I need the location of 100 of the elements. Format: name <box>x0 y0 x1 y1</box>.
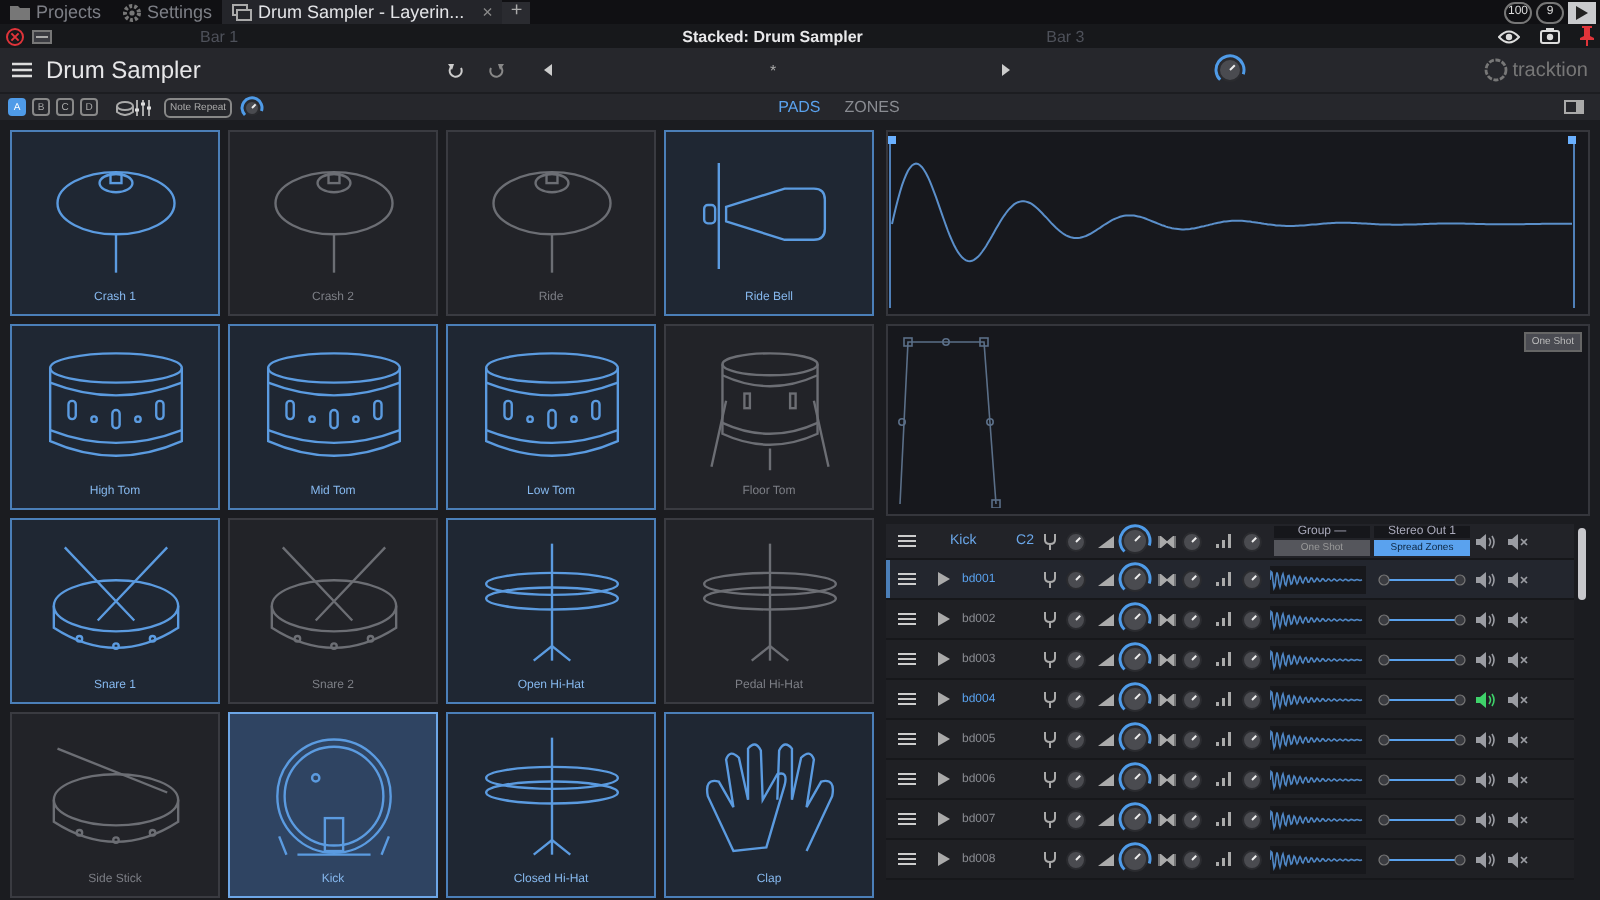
previous-icon[interactable] <box>544 64 552 76</box>
menu-button[interactable] <box>897 812 915 826</box>
app-tab[interactable]: Projects <box>0 0 112 24</box>
knob[interactable] <box>1062 805 1090 833</box>
undo-icon[interactable] <box>448 62 464 78</box>
knob[interactable] <box>1118 602 1152 636</box>
menu-button[interactable] <box>897 852 915 866</box>
knob[interactable] <box>1178 605 1206 633</box>
range-slider[interactable] <box>1378 851 1466 867</box>
knob[interactable] <box>1062 725 1090 753</box>
range-slider[interactable] <box>1378 811 1466 827</box>
camera-icon[interactable] <box>1540 28 1560 44</box>
knob[interactable] <box>1118 682 1152 716</box>
speaker-icon[interactable] <box>1476 811 1496 827</box>
play-icon[interactable] <box>938 612 950 626</box>
knob[interactable] <box>1062 845 1090 873</box>
play-icon[interactable] <box>938 572 950 586</box>
knob[interactable] <box>1062 527 1090 555</box>
speaker-icon[interactable] <box>1476 851 1496 867</box>
knob[interactable] <box>1062 685 1090 713</box>
view-tab[interactable]: ZONES <box>844 98 900 116</box>
play-icon[interactable] <box>938 652 950 666</box>
knob[interactable] <box>1118 524 1152 558</box>
speaker-icon[interactable] <box>1476 731 1496 747</box>
window-icon[interactable] <box>32 29 52 43</box>
scrollbar[interactable] <box>1578 528 1586 600</box>
knob[interactable] <box>1178 805 1206 833</box>
range-slider[interactable] <box>1378 611 1466 627</box>
view-tab[interactable]: PADS <box>778 98 821 116</box>
knob[interactable] <box>1238 605 1266 633</box>
knob[interactable] <box>1238 527 1266 555</box>
mute-icon[interactable] <box>1508 651 1528 667</box>
mute-icon[interactable] <box>1508 611 1528 627</box>
menu-button[interactable] <box>897 534 915 548</box>
play-icon[interactable] <box>938 692 950 706</box>
range-slider[interactable] <box>1378 691 1466 707</box>
knob[interactable] <box>1238 565 1266 593</box>
knob[interactable] <box>1062 565 1090 593</box>
menu-button[interactable] <box>897 692 915 706</box>
range-slider[interactable] <box>1378 771 1466 787</box>
knob[interactable] <box>1118 642 1152 676</box>
mute-icon[interactable] <box>1508 731 1528 747</box>
speaker-icon[interactable] <box>1476 611 1496 627</box>
knob[interactable] <box>1118 842 1152 876</box>
knob[interactable] <box>1238 685 1266 713</box>
range-slider[interactable] <box>1378 651 1466 667</box>
knob[interactable] <box>1062 765 1090 793</box>
close-icon[interactable] <box>6 27 24 45</box>
knob[interactable] <box>1178 765 1206 793</box>
speaker-icon[interactable] <box>1476 771 1496 787</box>
app-tab[interactable]: Drum Sampler - Layerin... × <box>222 0 503 24</box>
app-tab[interactable]: Settings <box>111 0 223 24</box>
range-slider[interactable] <box>1378 571 1466 587</box>
mixer-icon[interactable] <box>134 99 152 115</box>
menu-button[interactable] <box>897 732 915 746</box>
speaker-icon[interactable] <box>1476 533 1496 549</box>
knob[interactable] <box>1118 562 1152 596</box>
knob[interactable] <box>1178 645 1206 673</box>
play-button[interactable] <box>1568 1 1596 23</box>
knob[interactable] <box>1118 722 1152 756</box>
mute-icon[interactable] <box>1508 851 1528 867</box>
menu-button[interactable] <box>897 652 915 666</box>
speaker-icon[interactable] <box>1476 651 1496 667</box>
play-icon[interactable] <box>938 812 950 826</box>
mute-icon[interactable] <box>1508 571 1528 587</box>
knob[interactable] <box>1238 845 1266 873</box>
menu-button[interactable] <box>12 62 32 78</box>
knob[interactable] <box>240 95 265 119</box>
play-icon[interactable] <box>938 732 950 746</box>
close-button[interactable]: × <box>470 2 493 22</box>
knob[interactable] <box>1238 765 1266 793</box>
knob[interactable] <box>1178 725 1206 753</box>
redo-icon[interactable] <box>488 62 504 78</box>
speaker-icon[interactable] <box>1476 691 1496 707</box>
knob[interactable] <box>1062 645 1090 673</box>
knob[interactable] <box>1238 645 1266 673</box>
play-icon[interactable] <box>938 772 950 786</box>
panel-icon[interactable] <box>1564 100 1584 114</box>
knob[interactable] <box>1238 725 1266 753</box>
knob[interactable] <box>1178 527 1206 555</box>
menu-button[interactable] <box>897 572 915 586</box>
eye-icon[interactable] <box>1498 29 1520 43</box>
menu-button[interactable] <box>897 612 915 626</box>
speaker-icon[interactable] <box>1476 571 1496 587</box>
knob[interactable] <box>1214 54 1247 86</box>
knob[interactable] <box>1238 805 1266 833</box>
mute-icon[interactable] <box>1508 533 1528 549</box>
mute-icon[interactable] <box>1508 811 1528 827</box>
knob[interactable] <box>1062 605 1090 633</box>
drum-icon[interactable] <box>116 99 134 115</box>
pin-icon[interactable] <box>1580 26 1594 46</box>
knob[interactable] <box>1178 685 1206 713</box>
menu-button[interactable] <box>897 772 915 786</box>
add-tab-button[interactable]: + <box>502 1 531 23</box>
mute-icon[interactable] <box>1508 691 1528 707</box>
knob[interactable] <box>1118 762 1152 796</box>
play-icon[interactable] <box>938 852 950 866</box>
range-slider[interactable] <box>1378 731 1466 747</box>
knob[interactable] <box>1118 802 1152 836</box>
next-icon[interactable] <box>1002 64 1011 76</box>
